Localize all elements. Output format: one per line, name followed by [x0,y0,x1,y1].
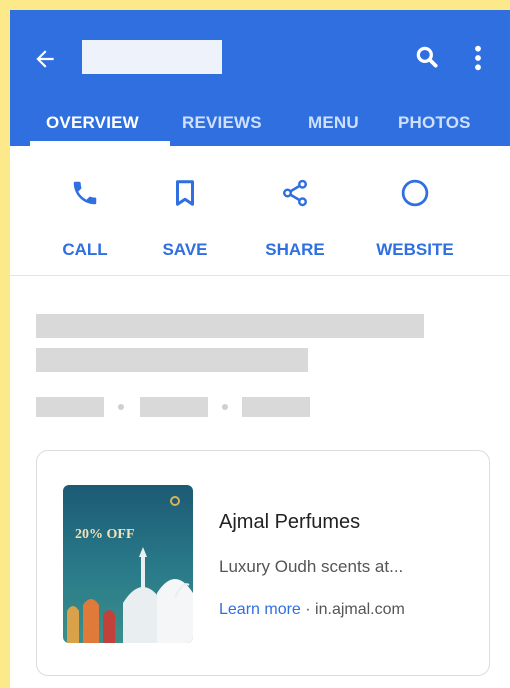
learn-more-link[interactable]: Learn more [219,601,301,618]
title-redacted [82,40,222,74]
back-arrow-icon[interactable] [32,46,58,72]
ad-card[interactable]: 20% OFF Ajmal Perfumes Luxury Oudh scent… [36,450,490,676]
tab-menu[interactable]: MENU [308,108,359,146]
search-icon[interactable] [414,44,440,70]
app-bar: OVERVIEW REVIEWS MENU PHOTOS [10,10,510,146]
call-button[interactable]: CALL [30,146,140,276]
ad-domain[interactable]: in.ajmal.com [315,601,405,618]
separator-dot [222,404,228,410]
ad-separator: · [300,601,316,618]
separator-dot [118,404,124,410]
skeleton-chip [242,397,310,417]
share-icon [283,179,307,207]
phone-screen: OVERVIEW REVIEWS MENU PHOTOS CALL SAVE S… [10,10,510,688]
ad-image[interactable]: 20% OFF [63,485,193,643]
phone-icon [73,181,97,205]
skeleton-chip [36,397,104,417]
bookmark-icon [176,180,194,206]
ad-title[interactable]: Ajmal Perfumes [219,511,360,534]
globe-icon [401,179,429,207]
tab-reviews[interactable]: REVIEWS [182,108,262,146]
ad-image-offer: 20% OFF [75,527,135,542]
save-button[interactable]: SAVE [130,146,240,276]
share-label: SHARE [265,240,325,259]
more-vert-icon[interactable] [472,44,484,72]
website-label: WEBSITE [376,240,454,259]
mosque-illustration [67,496,193,643]
call-label: CALL [62,240,108,259]
ad-description: Luxury Oudh scents at... [219,557,404,576]
share-button[interactable]: SHARE [240,146,350,276]
ad-link-row: Learn more · in.ajmal.com [219,601,405,619]
skeleton-line [36,314,424,338]
skeleton-chip [140,397,208,417]
save-label: SAVE [162,240,208,259]
website-button[interactable]: WEBSITE [360,146,470,276]
action-row: CALL SAVE SHARE WEBSITE [10,146,510,276]
tab-photos[interactable]: PHOTOS [398,108,471,146]
skeleton-line [36,348,308,372]
